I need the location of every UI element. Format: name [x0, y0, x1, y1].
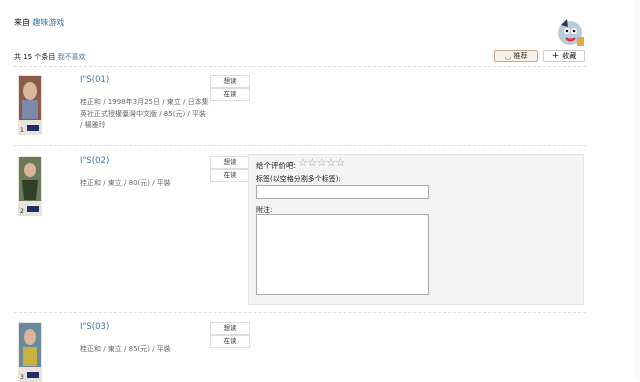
reading-button[interactable]: 在读: [210, 88, 250, 101]
recommend-label: 推荐: [513, 52, 528, 60]
reading-button[interactable]: 在读: [210, 169, 250, 182]
book-cover[interactable]: 3: [18, 322, 42, 382]
source-label: 来自: [14, 18, 30, 27]
source-line: 来自 趣味游戏: [14, 17, 65, 28]
cover-volume: 3: [20, 374, 24, 381]
item-count: 共 15 个条目: [14, 53, 56, 61]
item-meta: 桂正和 / 東立 / 80(元) / 平裝: [80, 179, 171, 187]
item-title[interactable]: I"S(03): [80, 322, 109, 332]
collect-button[interactable]: + 收藏: [543, 50, 585, 62]
tag-input[interactable]: [256, 185, 429, 199]
reading-button[interactable]: 在读: [210, 335, 250, 348]
divider: [14, 145, 586, 146]
dislike-link[interactable]: 我不喜欢: [58, 53, 86, 61]
avatar[interactable]: [555, 15, 585, 47]
book-cover[interactable]: 1: [18, 75, 42, 135]
cover-volume: 1: [20, 127, 24, 134]
item-title[interactable]: I"S(01): [80, 75, 109, 85]
item-meta: 桂正和 / 1998年3月25日 / 東立 / 日本集英社正式授權臺灣中文版 /…: [80, 98, 209, 129]
star-rating-input[interactable]: ☆☆☆☆☆: [298, 156, 345, 169]
cover-volume: 2: [20, 208, 24, 215]
want-read-button[interactable]: 想读: [210, 156, 250, 169]
divider: [14, 66, 586, 67]
rate-label: 给个评价吧:: [256, 161, 297, 170]
tag-label: 标签(以空格分割多个标签):: [256, 175, 341, 183]
recommend-button[interactable]: ◡ 推荐: [494, 50, 538, 62]
note-textarea[interactable]: [256, 214, 429, 295]
item-meta: 桂正和 / 東立 / 85(元) / 平裝: [80, 345, 171, 353]
list-count-line: 共 15 个条目 我不喜欢: [14, 52, 86, 62]
scrollbar[interactable]: [634, 0, 640, 379]
item-title[interactable]: I"S(02): [80, 156, 109, 166]
divider: [14, 312, 586, 313]
want-read-button[interactable]: 想读: [210, 75, 250, 88]
book-cover[interactable]: 2: [18, 156, 42, 216]
recommend-icon: ◡: [504, 51, 512, 61]
plus-icon: +: [551, 51, 560, 61]
want-read-button[interactable]: 想读: [210, 322, 250, 335]
rating-panel: 给个评价吧: ☆☆☆☆☆ 标签(以空格分割多个标签): 附注:: [248, 154, 584, 305]
collect-label: 收藏: [562, 52, 577, 60]
source-link[interactable]: 趣味游戏: [33, 18, 65, 27]
